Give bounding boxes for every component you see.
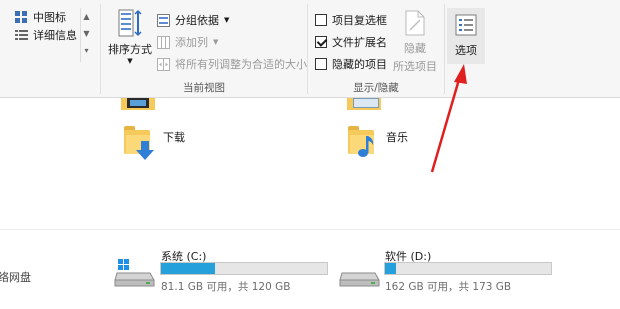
add-columns-label: 添加列 (175, 36, 208, 49)
size-columns-icon (157, 57, 170, 71)
options-icon (455, 14, 477, 36)
network-drive-label[interactable]: 络网盘 (0, 269, 31, 285)
system-drive-free-space: 81.1 GB 可用，共 120 GB (161, 281, 291, 293)
music-label[interactable]: 音乐 (386, 129, 408, 145)
downloads-folder-icon[interactable] (124, 126, 154, 160)
item-checkboxes-label: 项目复选框 (332, 14, 387, 27)
file-extensions-label: 文件扩展名 (332, 36, 387, 49)
sort-by-label: 排序方式 (108, 43, 152, 56)
video-folder-icon[interactable] (121, 98, 155, 110)
scroll-down-icon[interactable]: ▼ (81, 25, 92, 42)
current-view-group: 排序方式 ▼ 分组依据 ▼ 添加列 ▼ 将所有列调整为合适的大小 当前视图 (101, 0, 307, 98)
file-extensions-checkbox[interactable] (315, 36, 327, 48)
medium-icons-option[interactable]: 中图标 (15, 9, 66, 25)
hidden-items-toggle[interactable]: 隐藏的项目 (315, 56, 387, 72)
sort-icon (118, 9, 142, 37)
group-by-icon (157, 13, 170, 27)
size-all-columns-label: 将所有列调整为合适的大小 (175, 58, 307, 71)
downloads-label[interactable]: 下载 (163, 129, 185, 145)
annotation-arrow (430, 64, 467, 173)
system-drive-usage-fill (161, 263, 215, 274)
hidden-items-label: 隐藏的项目 (332, 58, 387, 71)
medium-icons-icon (15, 10, 28, 24)
item-checkboxes-checkbox[interactable] (315, 14, 327, 26)
add-columns-button[interactable]: 添加列 ▼ (157, 34, 218, 50)
details-label: 详细信息 (33, 29, 77, 42)
download-arrow-icon (136, 141, 154, 160)
layout-scroll[interactable]: ▲ ▼ ▾ (80, 8, 92, 62)
ribbon: 中图标 详细信息 ▲ ▼ ▾ 排序方式 ▼ 分组依据 ▼ 添加列 ▼ 将所有列调… (0, 0, 620, 98)
add-columns-dropdown-icon: ▼ (213, 38, 219, 46)
software-drive-usage-bar (384, 262, 552, 275)
expand-icon[interactable]: ▾ (81, 42, 92, 59)
current-view-group-label: 当前视图 (183, 82, 225, 94)
music-folder-icon[interactable] (348, 126, 374, 157)
sort-by-button[interactable]: 排序方式 ▼ (105, 8, 155, 65)
group-by-label: 分组依据 (175, 14, 219, 27)
layout-group: 中图标 详细信息 ▲ ▼ ▾ (0, 0, 100, 98)
group-by-dropdown-icon: ▼ (224, 16, 230, 24)
hide-selected-label-1: 隐藏 (404, 42, 426, 55)
hide-selected-icon (405, 10, 425, 36)
size-all-columns-button[interactable]: 将所有列调整为合适的大小 (157, 56, 307, 72)
software-drive-icon[interactable] (339, 256, 381, 288)
hidden-items-checkbox[interactable] (315, 58, 327, 70)
system-drive-icon[interactable] (114, 256, 156, 288)
options-button[interactable]: 选项 (447, 8, 485, 64)
group-by-button[interactable]: 分组依据 ▼ (157, 12, 229, 28)
sort-dropdown-icon: ▼ (127, 57, 133, 65)
details-option[interactable]: 详细信息 (15, 27, 77, 43)
pictures-folder-icon[interactable] (347, 98, 381, 110)
section-divider (0, 229, 620, 230)
medium-icons-label: 中图标 (33, 11, 66, 24)
software-drive-free-space: 162 GB 可用，共 173 GB (385, 281, 512, 293)
details-icon (15, 28, 28, 42)
software-drive-usage-fill (385, 263, 396, 274)
system-drive-usage-bar (160, 262, 328, 275)
add-columns-icon (157, 35, 170, 49)
options-label: 选项 (455, 44, 477, 57)
item-checkboxes-toggle[interactable]: 项目复选框 (315, 12, 387, 28)
file-extensions-toggle[interactable]: 文件扩展名 (315, 34, 387, 50)
music-note-icon (358, 136, 374, 157)
scroll-up-icon[interactable]: ▲ (81, 8, 92, 25)
